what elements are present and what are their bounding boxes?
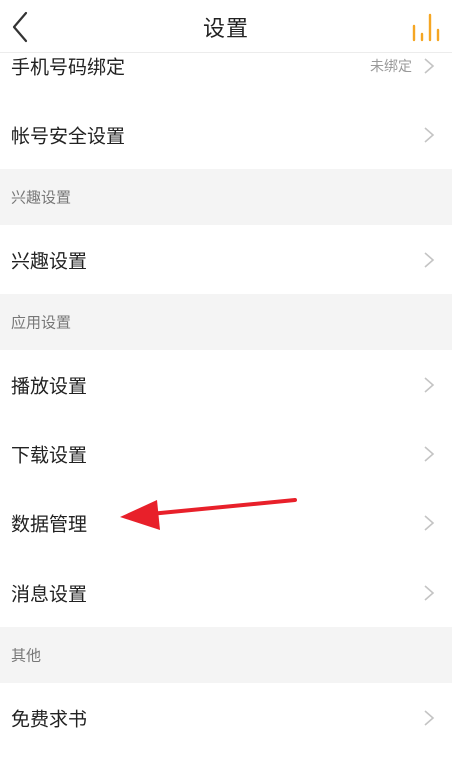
chevron-right-icon [424, 251, 435, 268]
chevron-right-icon [424, 445, 435, 462]
section-label: 其他 [11, 646, 42, 665]
free-book-request-label: 免费求书 [11, 708, 88, 730]
section-header-other: 其他 [0, 627, 452, 683]
chevron-right-icon [424, 514, 435, 531]
nav-bar: 设置 [0, 0, 452, 53]
data-management-label: 数据管理 [11, 513, 88, 535]
bar-chart-icon[interactable] [410, 12, 440, 42]
section-label: 应用设置 [11, 313, 72, 332]
chevron-right-icon [424, 57, 435, 74]
page-title: 设置 [202, 17, 249, 42]
download-settings-label: 下载设置 [11, 444, 88, 466]
free-book-request-row[interactable]: 免费求书 [0, 683, 452, 752]
playback-settings-row[interactable]: 播放设置 [0, 350, 452, 419]
section-header-app: 应用设置 [0, 294, 452, 350]
section-header-interest: 兴趣设置 [0, 169, 452, 225]
chevron-right-icon [424, 376, 435, 393]
interest-settings-row[interactable]: 兴趣设置 [0, 225, 452, 294]
section-label: 兴趣设置 [11, 188, 72, 207]
settings-list: 手机号码绑定 未绑定 帐号安全设置 兴趣设置 兴趣设置 应用设置 播放设置 下载… [0, 0, 452, 757]
playback-settings-label: 播放设置 [11, 375, 88, 397]
interest-settings-label: 兴趣设置 [11, 250, 88, 272]
chevron-right-icon [424, 126, 435, 143]
download-settings-row[interactable]: 下载设置 [0, 419, 452, 488]
chevron-right-icon [424, 709, 435, 726]
message-settings-label: 消息设置 [11, 583, 88, 605]
account-security-label: 帐号安全设置 [11, 125, 126, 147]
data-management-row[interactable]: 数据管理 [0, 488, 452, 557]
phone-binding-status: 未绑定 [370, 58, 412, 75]
phone-binding-label: 手机号码绑定 [11, 56, 126, 78]
message-settings-row[interactable]: 消息设置 [0, 558, 452, 627]
chevron-right-icon [424, 584, 435, 601]
account-security-row[interactable]: 帐号安全设置 [0, 100, 452, 169]
